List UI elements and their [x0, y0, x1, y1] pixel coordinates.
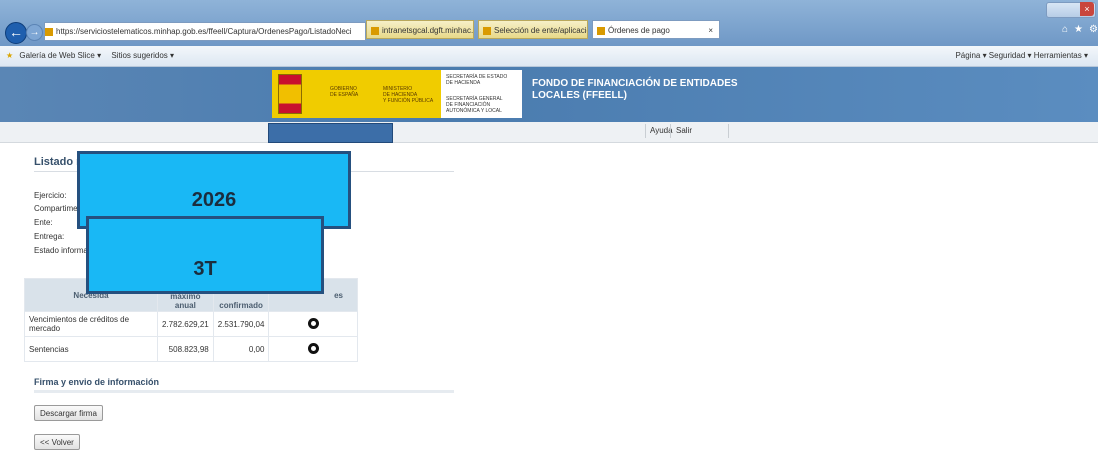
period-overlay: 3T [86, 216, 324, 294]
section-divider [34, 390, 454, 393]
cell-max: 508.823,98 [157, 336, 214, 362]
menu-divider [728, 124, 729, 138]
address-text: https://serviciostelematicos.minhap.gob.… [56, 27, 352, 36]
table-row: Sentencias 508.823,98 0,00 [24, 336, 358, 362]
download-signature-button[interactable]: Descargar firma [34, 405, 103, 421]
table-row: Vencimientos de créditos de mercado 2.78… [24, 311, 358, 337]
tab-favicon-icon [483, 26, 491, 35]
back-page-button[interactable]: << Volver [34, 434, 80, 450]
cell-confirmed: 2.531.790,04 [212, 311, 270, 337]
cell-need-name: Vencimientos de créditos de mercado [24, 311, 158, 337]
site-favicon-icon [45, 27, 53, 36]
menu-divider [645, 124, 646, 138]
secretaria-estado-text: SECRETARÍA DE ESTADO DE HACIENDA [446, 74, 508, 86]
close-tab-icon[interactable]: × [708, 21, 713, 38]
address-bar[interactable]: https://serviciostelematicos.minhap.gob.… [44, 22, 366, 41]
menu-bar [0, 122, 1098, 143]
view-action[interactable] [268, 336, 358, 362]
tab-label: Órdenes de pago [608, 26, 670, 35]
view-action[interactable] [268, 311, 358, 337]
coat-of-arms-icon [278, 74, 302, 114]
favorites-bar: ★ Galería de Web Slice ▾ Sitios sugerido… [0, 46, 1098, 67]
logout-link[interactable]: Salir [676, 126, 692, 135]
section-title: Firma y envio de información [34, 377, 160, 387]
gov-espana-text: GOBIERNO DE ESPAÑA [330, 86, 359, 98]
tab-favicon-icon [371, 26, 379, 35]
tab-ordenes-de-pago[interactable]: Órdenes de pago × [592, 20, 720, 39]
tab-label: Selección de ente/aplicación - ... [494, 26, 587, 35]
cell-confirmed: 0,00 [212, 336, 270, 362]
tab-intranet[interactable]: intranetsgcal.dgft.minhac.age [366, 20, 474, 39]
field-label-ejercicio: Ejercicio: [34, 191, 67, 200]
secretaria-general-text: SECRETARÍA GENERAL DE FINANCIACIÓN AUTONÓM… [446, 96, 503, 114]
command-bar[interactable]: Página ▾ Seguridad ▾ Herramientas ▾ [955, 46, 1088, 66]
tab-label: intranetsgcal.dgft.minhac.age [382, 26, 474, 35]
home-favorites-icons[interactable]: ⌂★⚙ [1062, 24, 1098, 35]
eye-icon[interactable] [307, 342, 319, 354]
menu-divider [670, 124, 671, 138]
site-title: FONDO DE FINANCIACIÓN DE ENTIDADES LOCALE… [532, 78, 738, 101]
field-label-ente: Ente: [34, 218, 53, 227]
window-close-button[interactable]: × [1080, 2, 1094, 16]
eye-icon[interactable] [307, 317, 319, 329]
tab-favicon-icon [597, 26, 605, 35]
redacted-menu-item[interactable] [268, 123, 393, 143]
ministry-text: MINISTERIO DE HACIENDA Y FUNCIÓN PÚBLICA [383, 86, 434, 104]
web-slice-gallery[interactable]: Galería de Web Slice ▾ [19, 51, 101, 60]
forward-button[interactable]: → [26, 24, 43, 41]
field-label-entrega: Entrega: [34, 232, 65, 241]
cell-max: 2.782.629,21 [157, 311, 214, 337]
suggested-sites[interactable]: Sitios sugeridos ▾ [111, 51, 174, 60]
tab-seleccion[interactable]: Selección de ente/aplicación - ... [478, 20, 588, 39]
favorites-star-icon[interactable]: ★ [6, 51, 13, 60]
back-button[interactable]: ← [5, 22, 27, 44]
cell-need-name: Sentencias [24, 336, 158, 362]
